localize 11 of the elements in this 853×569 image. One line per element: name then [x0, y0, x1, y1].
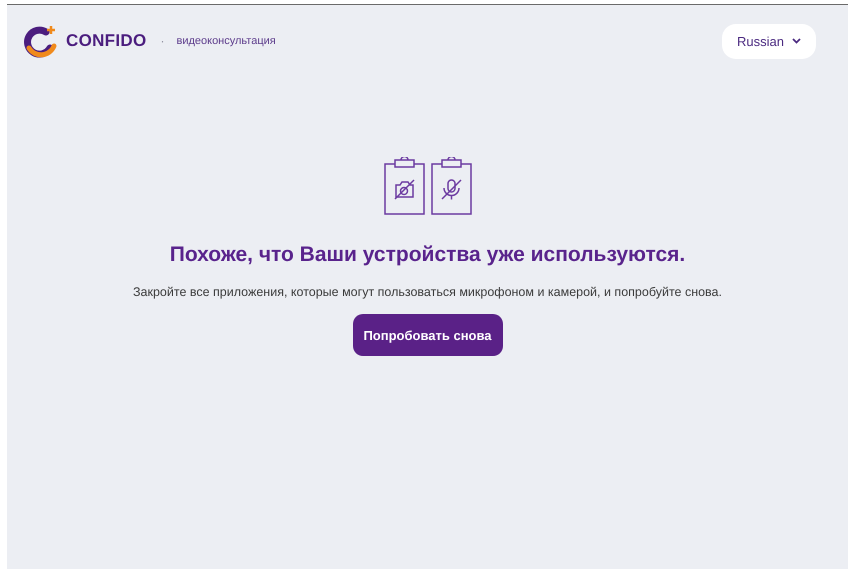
error-description: Закройте все приложения, которые могут пользоваться микрофоном и камерой, и попробуйте снова.	[133, 285, 722, 299]
retry-button[interactable]: Попробовать снова	[352, 314, 502, 356]
logo-icon	[24, 24, 58, 58]
brand-name: CONFIDO	[66, 31, 146, 51]
camera-off-icon	[384, 157, 424, 215]
error-title: Похоже, что Ваши устройства уже используются.	[170, 243, 686, 267]
separator: ·	[160, 34, 164, 48]
subtitle: видеоконсультация	[176, 35, 276, 47]
chevron-down-icon	[792, 38, 801, 44]
language-select[interactable]: Russian	[722, 24, 816, 58]
microphone-off-icon	[430, 157, 472, 215]
